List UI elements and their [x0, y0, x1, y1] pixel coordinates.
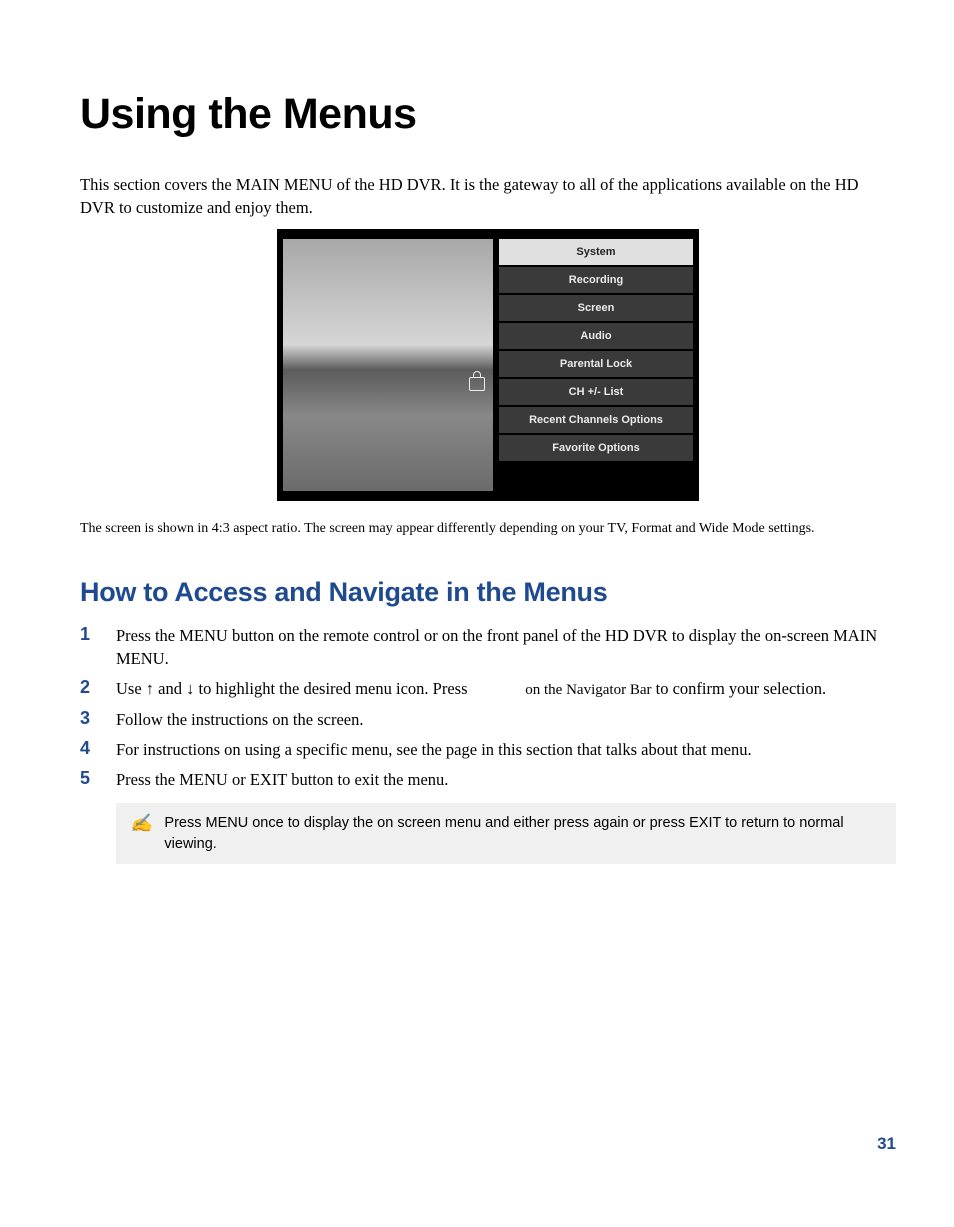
- menu-item-favorite-options: Favorite Options: [499, 435, 693, 461]
- menu-item-audio: Audio: [499, 323, 693, 349]
- step-text-fragment: to confirm your selection.: [651, 679, 826, 698]
- note-box: ✍ Press MENU once to display the on scre…: [116, 803, 896, 864]
- menu-item-system: System: [499, 239, 693, 265]
- step-number: 5: [80, 768, 116, 789]
- step-4: 4 For instructions on using a specific m…: [80, 738, 896, 761]
- step-text-fragment: Use: [116, 679, 146, 698]
- lock-icon: [469, 377, 485, 391]
- step-text: Press the MENU button on the remote cont…: [116, 624, 896, 670]
- step-number: 1: [80, 624, 116, 645]
- tv-screenshot: System Recording Screen Audio Parental L…: [277, 229, 699, 501]
- step-text-fragment: and: [154, 679, 186, 698]
- intro-paragraph: This section covers the MAIN MENU of the…: [80, 173, 896, 219]
- step-text: Press the MENU or EXIT button to exit th…: [116, 768, 896, 791]
- menu-list: System Recording Screen Audio Parental L…: [499, 239, 693, 491]
- menu-item-ch-list: CH +/- List: [499, 379, 693, 405]
- screenshot-figure: System Recording Screen Audio Parental L…: [80, 229, 896, 501]
- steps-list: 1 Press the MENU button on the remote co…: [80, 624, 896, 792]
- step-text-fragment: on the Navigator Bar: [525, 682, 651, 698]
- figure-caption: The screen is shown in 4:3 aspect ratio.…: [80, 519, 896, 539]
- step-number: 2: [80, 677, 116, 698]
- step-text: Use ↑ and ↓ to highlight the desired men…: [116, 677, 896, 701]
- note-text: Press MENU once to display the on screen…: [164, 813, 884, 854]
- step-3: 3 Follow the instructions on the screen.: [80, 708, 896, 731]
- step-2: 2 Use ↑ and ↓ to highlight the desired m…: [80, 677, 896, 701]
- page-title: Using the Menus: [80, 90, 896, 139]
- page-number: 31: [80, 1134, 896, 1154]
- menu-item-recent-channels: Recent Channels Options: [499, 407, 693, 433]
- menu-item-screen: Screen: [499, 295, 693, 321]
- step-5: 5 Press the MENU or EXIT button to exit …: [80, 768, 896, 791]
- menu-item-parental-lock: Parental Lock: [499, 351, 693, 377]
- menu-item-recording: Recording: [499, 267, 693, 293]
- step-number: 3: [80, 708, 116, 729]
- step-1: 1 Press the MENU button on the remote co…: [80, 624, 896, 670]
- step-text: For instructions on using a specific men…: [116, 738, 896, 761]
- step-text-fragment: to highlight the desired menu icon. Pres…: [194, 679, 471, 698]
- tv-preview-image: [283, 239, 493, 491]
- step-number: 4: [80, 738, 116, 759]
- step-text: Follow the instructions on the screen.: [116, 708, 896, 731]
- section-heading: How to Access and Navigate in the Menus: [80, 577, 896, 608]
- arrow-up-icon: ↑: [146, 680, 154, 698]
- note-icon: ✍: [130, 813, 152, 834]
